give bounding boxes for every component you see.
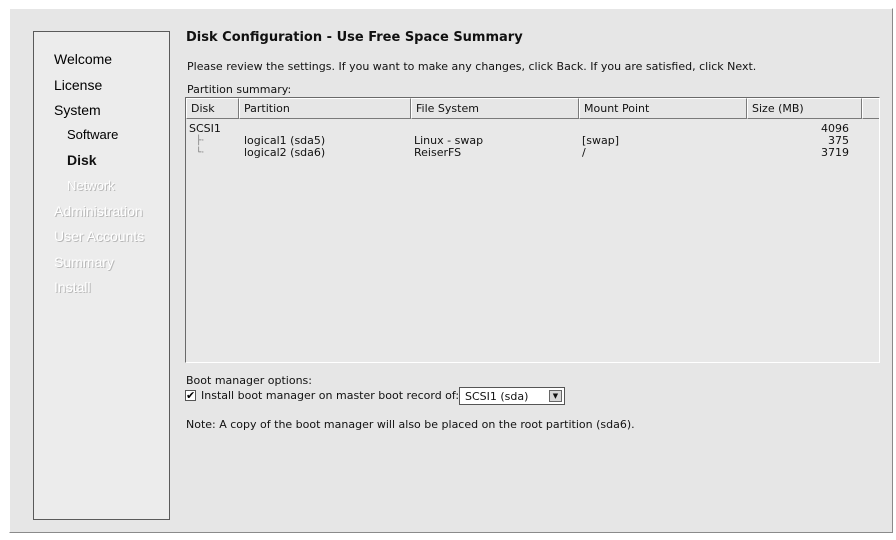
column-header-size[interactable]: Size (MB) bbox=[747, 98, 862, 119]
sidebar-item-system: System bbox=[54, 102, 101, 118]
column-header-file-system[interactable]: File System bbox=[411, 98, 579, 119]
table-cell-mount: / bbox=[582, 146, 586, 159]
boot-manager-note: Note: A copy of the boot manager will al… bbox=[186, 418, 635, 431]
sidebar: Welcome License System Software Disk Net… bbox=[33, 31, 170, 520]
sidebar-item-administration: Administration bbox=[54, 203, 143, 219]
column-header-partition[interactable]: Partition bbox=[239, 98, 411, 119]
partition-table[interactable]: Disk Partition File System Mount Point S… bbox=[185, 97, 880, 363]
partition-summary-label: Partition summary: bbox=[187, 83, 292, 96]
sidebar-item-software: Software bbox=[67, 127, 119, 142]
column-header-disk[interactable]: Disk bbox=[186, 98, 239, 119]
tree-branch-end-icon: └· bbox=[196, 148, 205, 158]
column-header-spacer bbox=[862, 98, 879, 119]
sidebar-item-install: Install bbox=[54, 279, 91, 295]
boot-disk-select[interactable]: SCSI1 (sda) ▼ bbox=[459, 387, 565, 405]
install-boot-manager-label[interactable]: Install boot manager on master boot reco… bbox=[201, 389, 459, 402]
table-cell-mount: [swap] bbox=[582, 134, 620, 147]
column-header-mount-point[interactable]: Mount Point bbox=[579, 98, 747, 119]
table-cell-partition[interactable]: logical2 (sda6) bbox=[244, 147, 325, 159]
page-title: Disk Configuration - Use Free Space Summ… bbox=[186, 30, 523, 45]
boot-disk-select-value: SCSI1 (sda) bbox=[465, 390, 529, 403]
table-cell-filesystem: ReiserFS bbox=[414, 146, 462, 159]
boot-manager-options-label: Boot manager options: bbox=[186, 374, 312, 387]
sidebar-item-welcome: Welcome bbox=[54, 51, 113, 67]
sidebar-item-summary: Summary bbox=[54, 254, 114, 270]
sidebar-item-disk: Disk bbox=[67, 152, 97, 168]
table-cell-size: 3719 bbox=[821, 146, 849, 159]
sidebar-item-network: Network bbox=[67, 178, 115, 193]
instructions-text: Please review the settings. If you want … bbox=[187, 60, 757, 73]
table-header: Disk Partition File System Mount Point S… bbox=[186, 98, 879, 119]
sidebar-item-license: License bbox=[54, 77, 103, 93]
chevron-down-icon[interactable]: ▼ bbox=[549, 390, 562, 402]
install-boot-manager-checkbox[interactable]: ✔ bbox=[185, 390, 196, 401]
table-cell-disk[interactable]: SCSI1 bbox=[189, 123, 221, 135]
sidebar-item-user-accounts: User Accounts bbox=[54, 228, 145, 244]
tree-branch-icon: ├· bbox=[196, 136, 205, 146]
